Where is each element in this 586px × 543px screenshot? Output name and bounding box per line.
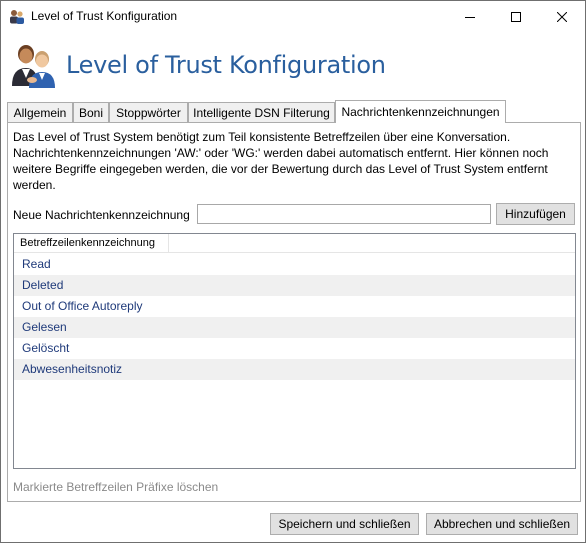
window-title: Level of Trust Konfiguration — [31, 9, 178, 23]
description-text: Das Level of Trust System benötigt zum T… — [13, 130, 549, 192]
new-tag-input[interactable] — [197, 204, 491, 224]
close-button[interactable] — [539, 1, 585, 32]
save-button[interactable]: Speichern und schließen — [270, 513, 419, 535]
add-button[interactable]: Hinzufügen — [496, 203, 575, 225]
list-item[interactable]: Gelöscht — [14, 338, 575, 359]
maximize-button[interactable] — [493, 1, 539, 32]
tag-list[interactable]: Betreffzeilenkennzeichnung Read Deleted … — [13, 233, 576, 469]
tab-stoppwoerter[interactable]: Stoppwörter — [109, 102, 188, 122]
minimize-icon — [465, 16, 475, 18]
column-header[interactable]: Betreffzeilenkennzeichnung — [14, 234, 169, 252]
list-rows: Read Deleted Out of Office Autoreply Gel… — [14, 254, 575, 380]
delete-selected-link[interactable]: Markierte Betreffzeilen Präfixe löschen — [13, 480, 218, 494]
new-tag-label: Neue Nachrichtenkennzeichnung — [13, 208, 190, 222]
tab-allgemein[interactable]: Allgemein — [7, 102, 73, 122]
list-item[interactable]: Read — [14, 254, 575, 275]
close-icon — [557, 11, 567, 22]
list-item[interactable]: Out of Office Autoreply — [14, 296, 575, 317]
list-header: Betreffzeilenkennzeichnung — [14, 234, 575, 253]
minimize-button[interactable] — [447, 1, 493, 32]
users-icon — [12, 45, 55, 88]
list-item[interactable]: Gelesen — [14, 317, 575, 338]
tab-dsn-filterung[interactable]: Intelligente DSN Filterung — [188, 102, 335, 122]
header: Level of Trust Konfiguration — [1, 32, 585, 98]
cancel-button[interactable]: Abbrechen und schließen — [426, 513, 578, 535]
tab-nachrichtenkennzeichnungen[interactable]: Nachrichtenkennzeichnungen — [335, 100, 506, 123]
maximize-icon — [511, 11, 521, 22]
tab-boni[interactable]: Boni — [73, 102, 109, 122]
dialog-window: Level of Trust Konfiguration Level of Tr… — [0, 0, 586, 543]
users-icon — [10, 10, 24, 24]
page-title: Level of Trust Konfiguration — [66, 51, 386, 79]
title-bar: Level of Trust Konfiguration — [1, 1, 585, 32]
list-item[interactable]: Abwesenheitsnotiz — [14, 359, 575, 380]
list-item[interactable]: Deleted — [14, 275, 575, 296]
tab-panel: Das Level of Trust System benötigt zum T… — [7, 122, 581, 502]
